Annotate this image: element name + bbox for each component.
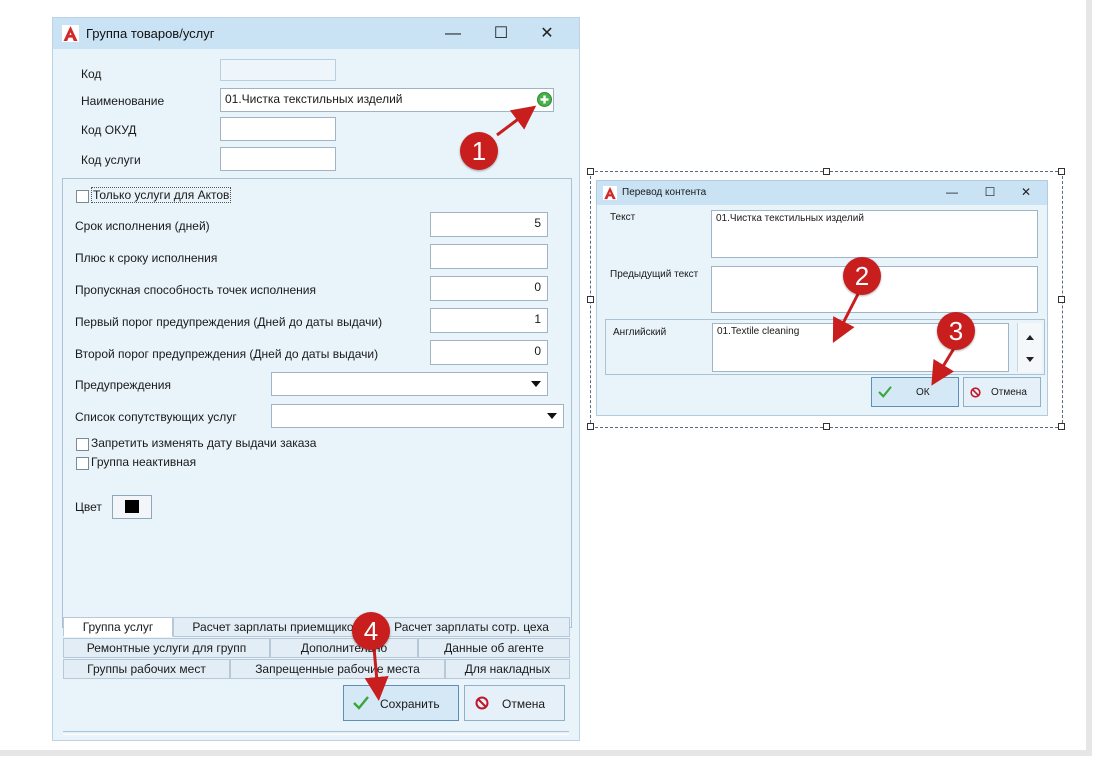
arrow-4 bbox=[364, 647, 389, 701]
annotation-arrows bbox=[364, 105, 958, 701]
step-marker-4: 4 bbox=[352, 612, 390, 650]
arrow-2 bbox=[832, 293, 860, 344]
step-marker-3: 3 bbox=[937, 312, 975, 350]
step-marker-1: 1 bbox=[460, 132, 498, 170]
step-marker-2: 2 bbox=[843, 257, 881, 295]
arrow-1 bbox=[496, 105, 537, 137]
arrow-3 bbox=[931, 344, 958, 386]
